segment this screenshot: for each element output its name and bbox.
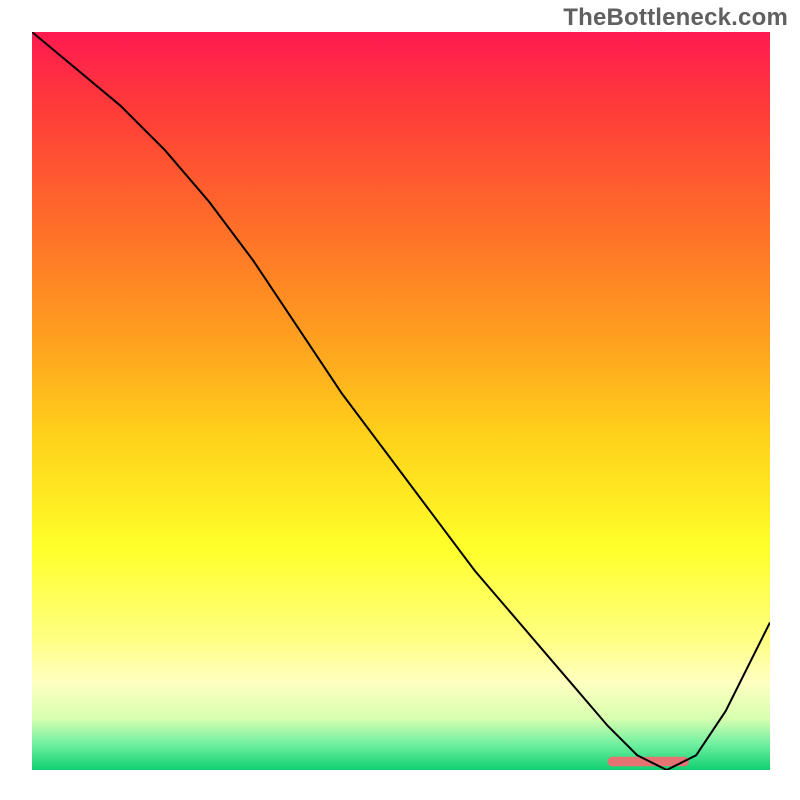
plot-svg bbox=[32, 32, 770, 770]
gradient-rect bbox=[32, 32, 770, 770]
watermark-text: TheBottleneck.com bbox=[563, 4, 788, 32]
plot-area bbox=[32, 32, 770, 770]
chart-canvas: TheBottleneck.com bbox=[0, 0, 800, 800]
